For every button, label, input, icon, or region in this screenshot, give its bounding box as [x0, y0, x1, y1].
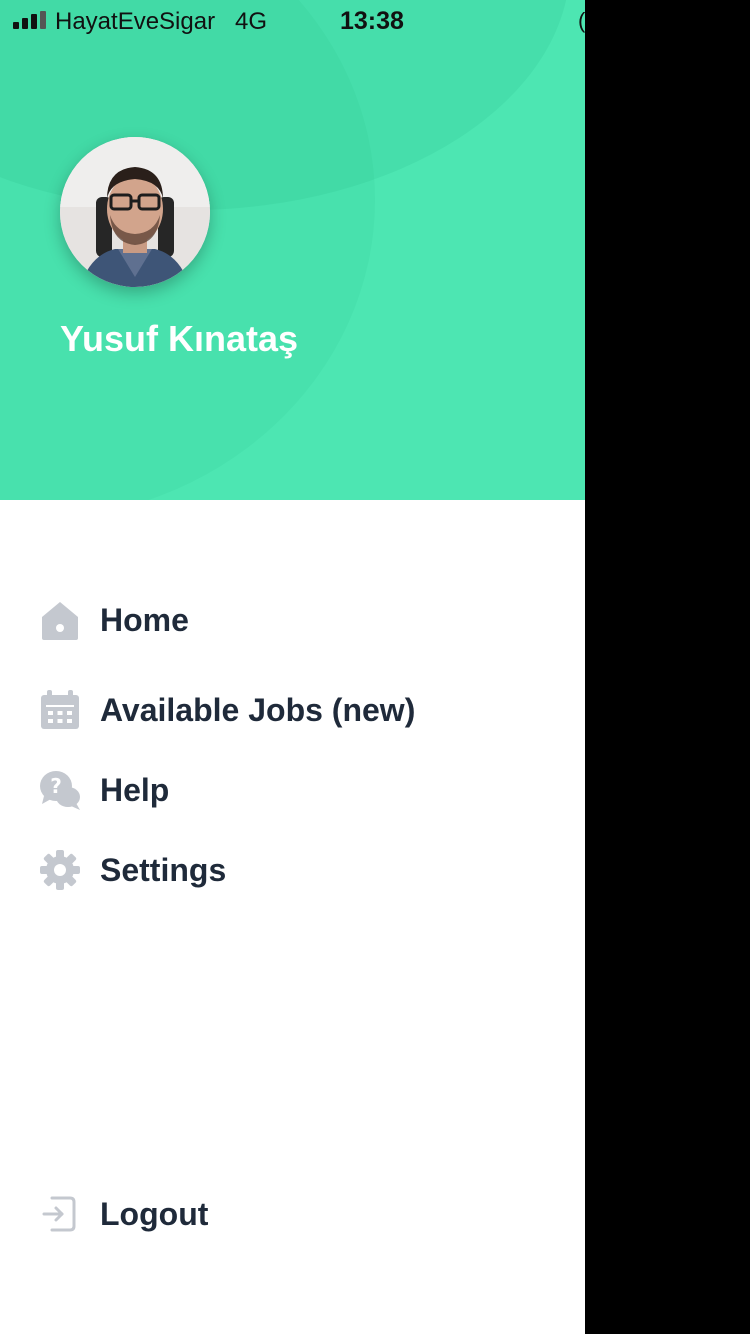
help-chat-icon: ?: [38, 768, 82, 812]
logout-icon: [38, 1192, 82, 1236]
signal-strength-icon: [13, 11, 47, 29]
menu-item-label: Available Jobs (new): [100, 691, 416, 728]
menu-item-label: Home: [100, 601, 189, 638]
navigation-drawer: HayatEveSigar 4G 13:38 (Yusuf Kınataş H…: [0, 0, 585, 1334]
dimmed-content-overlay[interactable]: [585, 0, 750, 1334]
calendar-icon: [38, 688, 82, 732]
carrier-name: HayatEveSigar: [55, 8, 216, 35]
menu-item-home[interactable]: Home: [38, 590, 558, 650]
user-photo: [60, 137, 210, 287]
menu-item-settings[interactable]: Settings: [38, 840, 558, 900]
network-type: 4G: [235, 8, 268, 35]
orientation-lock-icon: (: [578, 8, 585, 33]
menu-item-help[interactable]: ? Help: [38, 760, 558, 820]
home-icon: [38, 598, 82, 642]
status-bar: HayatEveSigar 4G 13:38 (: [0, 0, 585, 40]
menu-item-label: Settings: [100, 851, 227, 888]
profile-header: HayatEveSigar 4G 13:38 (Yusuf Kınataş: [0, 0, 585, 500]
clock-time: 13:38: [340, 7, 404, 35]
menu-item-label: Help: [100, 771, 170, 808]
menu-item-label: Logout: [100, 1195, 209, 1232]
menu-item-logout[interactable]: Logout: [38, 1184, 558, 1244]
gear-icon: [38, 848, 82, 892]
profile-name: Yusuf Kınataş: [60, 318, 299, 359]
menu-item-available-jobs[interactable]: Available Jobs (new): [38, 680, 558, 740]
svg-text:?: ?: [50, 774, 62, 798]
avatar[interactable]: [60, 137, 210, 287]
